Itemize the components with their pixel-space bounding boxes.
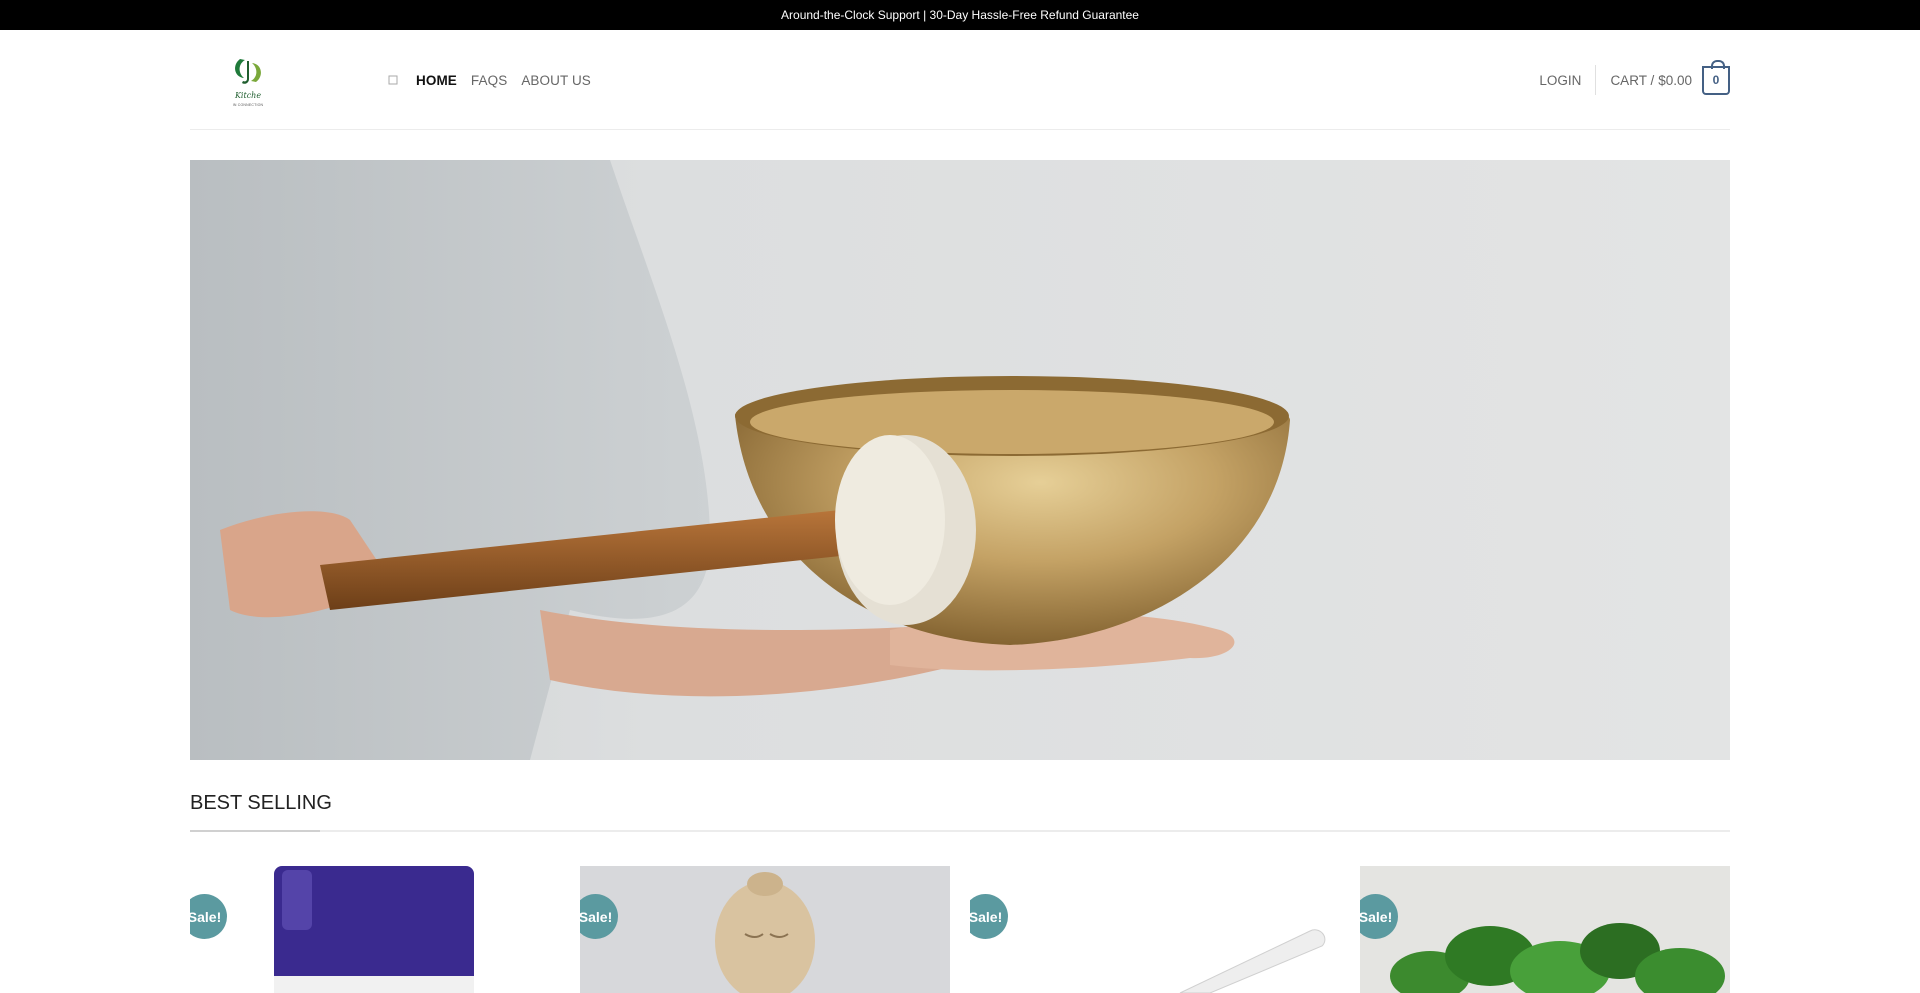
best-selling-section: BEST SELLING <box>190 792 1730 832</box>
cart-label: CART / <box>1610 72 1655 88</box>
site-header: Kitche IN CONNECTION HOME FAQS ABOUT US … <box>190 30 1730 130</box>
site-logo[interactable]: Kitche IN CONNECTION <box>223 55 273 110</box>
cart-count-icon[interactable]: 0 <box>1702 59 1730 95</box>
announcement-text: Around-the-Clock Support | 30-Day Hassle… <box>781 8 1139 22</box>
product-card[interactable]: Sale! <box>190 866 560 993</box>
login-link[interactable]: LOGIN <box>1539 65 1597 95</box>
hero-banner[interactable] <box>190 160 1730 760</box>
section-title-underline <box>190 830 320 832</box>
product-card[interactable]: Sale! <box>580 866 950 993</box>
logo-text: Kitche <box>234 91 262 100</box>
product-image-jar <box>190 866 560 993</box>
product-image-buddha-figure <box>580 866 950 993</box>
logo-mark <box>234 56 262 84</box>
product-grid: Sale! Sale! Sale! Sale! <box>190 866 1730 993</box>
nav-item-faqs[interactable]: FAQS <box>471 73 507 88</box>
section-title: BEST SELLING <box>190 792 332 814</box>
nav-item-about-us[interactable]: ABOUT US <box>521 73 591 88</box>
cart-count: 0 <box>1712 73 1720 87</box>
main-nav: HOME FAQS ABOUT US <box>382 30 605 130</box>
product-card[interactable]: Sale! <box>970 866 1340 993</box>
product-image-crystal-wand <box>970 866 1340 993</box>
search-icon[interactable] <box>382 69 404 91</box>
logo-tagline: IN CONNECTION <box>232 103 264 107</box>
product-image-plant <box>1360 866 1730 993</box>
cart-link[interactable]: CART / $0.00 0 <box>1610 59 1730 95</box>
cart-amount: $0.00 <box>1658 72 1692 88</box>
hero-image-singing-bowl <box>190 160 1730 760</box>
account-nav: LOGIN CART / $0.00 0 <box>1539 30 1730 130</box>
nav-item-home[interactable]: HOME <box>416 73 457 88</box>
product-card[interactable]: Sale! <box>1360 866 1730 993</box>
announcement-bar: Around-the-Clock Support | 30-Day Hassle… <box>0 0 1920 30</box>
